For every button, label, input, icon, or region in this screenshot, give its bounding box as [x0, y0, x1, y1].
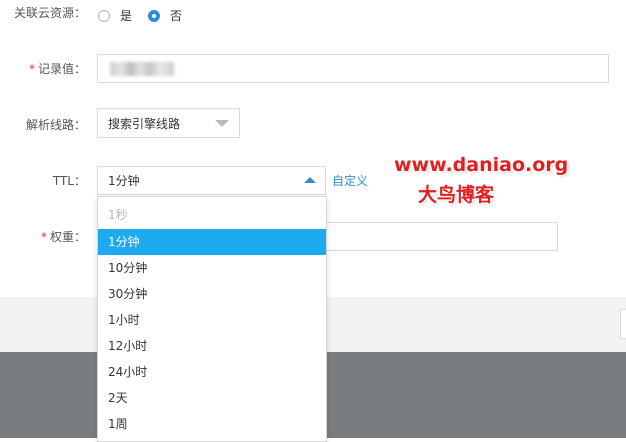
radio-circle-yes[interactable] [98, 9, 110, 22]
ttl-label: TTL： [52, 174, 86, 188]
chevron-up-icon [304, 177, 316, 183]
link-cloud-label: 关联云资源： [13, 6, 86, 20]
radio-circle-no[interactable] [148, 9, 160, 22]
radio-label-no: 否 [170, 9, 183, 23]
ttl-select-value: 1分钟 [108, 174, 140, 188]
ttl-option[interactable]: 10分钟 [98, 255, 326, 281]
record-value-label-text: 记录值： [37, 62, 86, 76]
ttl-option[interactable]: 1周 [98, 411, 326, 437]
ttl-option[interactable]: 30分钟 [98, 281, 326, 307]
ttl-select[interactable]: 1分钟 [97, 166, 326, 195]
link-cloud-radio-no[interactable]: 否 [148, 7, 182, 24]
ttl-custom-link[interactable]: 自定义 [332, 172, 368, 189]
record-value-input[interactable] [97, 54, 609, 83]
ttl-option: 1秒 [108, 208, 128, 222]
ttl-dropdown: 1秒 1分钟 10分钟 30分钟 1小时 12小时 24小时 2天 1周 [97, 196, 327, 442]
redacted-value [110, 62, 174, 76]
line-select[interactable]: 搜索引擎线路 [97, 108, 240, 138]
ttl-option[interactable]: 1小时 [98, 307, 326, 333]
ttl-option[interactable]: 12小时 [98, 333, 326, 359]
line-label: 解析线路： [25, 118, 86, 132]
watermark-url: www.daniao.org [394, 154, 569, 176]
ttl-option[interactable]: 2天 [98, 385, 326, 411]
line-select-value: 搜索引擎线路 [108, 116, 181, 131]
link-cloud-radio-yes[interactable]: 是 [98, 7, 132, 24]
weight-label-text: 权重： [49, 230, 86, 244]
required-mark: * [40, 230, 47, 244]
watermark-title: 大鸟博客 [418, 184, 495, 206]
ttl-option[interactable]: 24小时 [98, 359, 326, 385]
chevron-down-icon [215, 120, 229, 127]
ttl-option[interactable]: 1分钟 [98, 229, 326, 255]
weight-label: * 权重： [6, 228, 86, 245]
footer-edge [620, 309, 626, 339]
record-value-label: * 记录值： [6, 60, 86, 77]
required-mark: * [28, 62, 35, 76]
radio-label-yes: 是 [120, 9, 133, 23]
